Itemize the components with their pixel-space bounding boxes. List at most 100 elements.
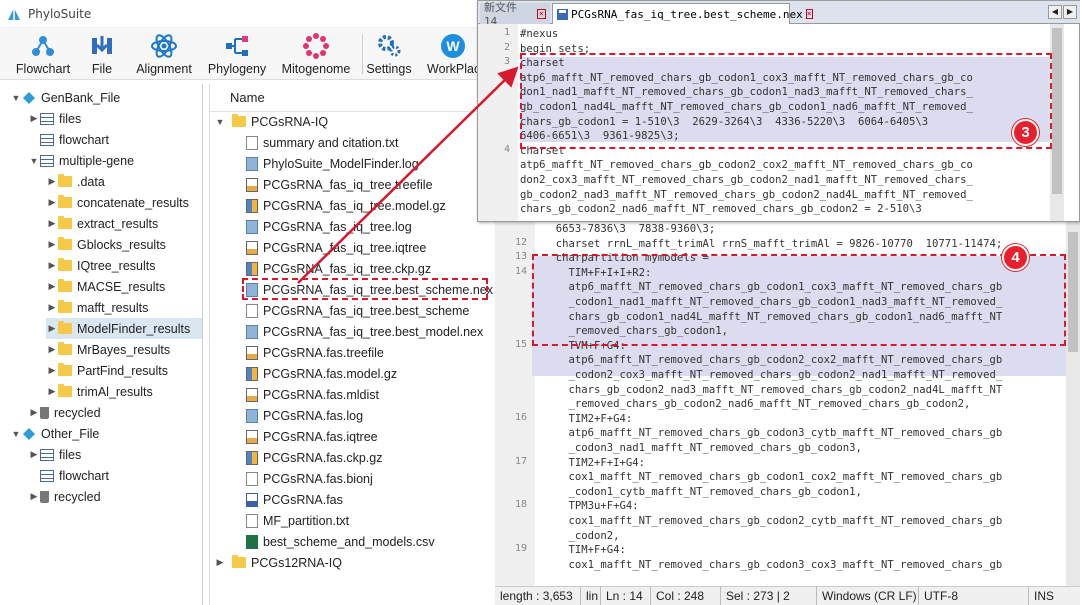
- chevron-right-icon[interactable]: ▶: [46, 218, 58, 229]
- tree-item-result-folder[interactable]: ▶ .data: [46, 171, 105, 192]
- toolbar-flowchart-button[interactable]: Flowchart: [12, 28, 74, 80]
- file-row[interactable]: PCGsRNA.fas.model.gz: [246, 363, 397, 384]
- file-row[interactable]: PhyloSuite_ModelFinder.log: [246, 153, 419, 174]
- code-line[interactable]: _codon2,: [543, 529, 620, 544]
- file-row[interactable]: PCGsRNA_fas_iq_tree.ckp.gz: [246, 258, 431, 279]
- code-line[interactable]: atp6_mafft_NT_removed_chars_gb_codon2_co…: [520, 158, 973, 173]
- chevron-right-icon[interactable]: ▶: [214, 557, 226, 568]
- chevron-right-icon[interactable]: ▶: [46, 344, 58, 355]
- chevron-right-icon[interactable]: ▶: [46, 323, 58, 334]
- file-row[interactable]: PCGsRNA_fas_iq_tree.log: [246, 216, 412, 237]
- tab-best-scheme[interactable]: PCGsRNA_fas_iq_tree.best_scheme.nex ×: [552, 3, 813, 24]
- chevron-right-icon[interactable]: ▶: [46, 302, 58, 313]
- tree-other-file[interactable]: ▼ Other_File: [10, 423, 100, 444]
- tree-item-result-folder[interactable]: ▶ extract_results: [46, 213, 158, 234]
- code-line[interactable]: _removed_chars_gb_codon2_nad6_mafft_NT_r…: [543, 397, 971, 412]
- tree-item-result-folder[interactable]: ▶ PartFind_results: [46, 360, 168, 381]
- file-row[interactable]: PCGsRNA_fas_iq_tree.best_model.nex: [246, 321, 483, 342]
- tree-item-multiple-gene[interactable]: ▼ multiple-gene: [28, 150, 135, 171]
- code-line[interactable]: charset rrnL_mafft_trimAl rrnS_mafft_tri…: [543, 237, 1002, 252]
- code-line[interactable]: cox1_mafft_NT_removed_chars_gb_codon1_co…: [543, 470, 1003, 485]
- code-line[interactable]: #nexus: [520, 27, 558, 42]
- file-row[interactable]: PCGsRNA.fas.ckp.gz: [246, 447, 382, 468]
- code-line[interactable]: gb_codon2_nad3_mafft_NT_removed_chars_gb…: [520, 188, 973, 203]
- code-line[interactable]: TIM2+F+G4:: [543, 412, 633, 427]
- chevron-right-icon[interactable]: ▶: [46, 386, 58, 397]
- file-row[interactable]: best_scheme_and_models.csv: [246, 531, 435, 552]
- code-line[interactable]: cox1_mafft_NT_removed_chars_gb_codon3_co…: [543, 558, 1003, 573]
- code-line[interactable]: don2_cox3_mafft_NT_removed_chars_gb_codo…: [520, 173, 973, 188]
- tree-item-result-folder[interactable]: ▶ trimAl_results: [46, 381, 153, 402]
- file-row[interactable]: PCGsRNA_fas_iq_tree.best_scheme: [246, 300, 469, 321]
- toolbar-mitogenome-button[interactable]: Mitogenome: [278, 28, 354, 80]
- chevron-right-icon[interactable]: ▶: [46, 197, 58, 208]
- chevron-right-icon[interactable]: ▶: [46, 365, 58, 376]
- tree-item-result-folder[interactable]: ▶ MACSE_results: [46, 276, 165, 297]
- code-line[interactable]: TPM3u+F+G4:: [543, 499, 639, 514]
- chevron-down-icon[interactable]: ▼: [10, 429, 22, 439]
- file-row[interactable]: PCGsRNA.fas.mldist: [246, 384, 379, 405]
- close-icon[interactable]: ×: [805, 9, 813, 19]
- code-line[interactable]: TIM+F+G4:: [543, 543, 626, 558]
- tab-new-file[interactable]: 新文件 14 ×: [480, 1, 550, 28]
- chevron-down-icon[interactable]: ▼: [28, 156, 40, 166]
- scrollbar-thumb[interactable]: [1068, 232, 1078, 352]
- folder-row[interactable]: ▼ PCGsRNA-IQ: [214, 111, 328, 132]
- code-line[interactable]: atp6_mafft_NT_removed_chars_gb_codon3_cy…: [543, 426, 1003, 441]
- tab-scroll-right-icon[interactable]: ▶: [1063, 5, 1077, 19]
- tree-genbank-file[interactable]: ▼ GenBank_File: [10, 87, 121, 108]
- chevron-right-icon[interactable]: ▶: [28, 449, 40, 460]
- toolbar-file-button[interactable]: File: [82, 28, 122, 80]
- chevron-right-icon[interactable]: ▶: [28, 113, 40, 124]
- tree-item-result-folder[interactable]: ▶ ModelFinder_results: [46, 318, 202, 339]
- chevron-down-icon[interactable]: ▼: [214, 117, 226, 127]
- code-line[interactable]: chars_gb_codon2_nad3_mafft_NT_removed_ch…: [543, 383, 1003, 398]
- file-row[interactable]: PCGsRNA.fas.treefile: [246, 342, 384, 363]
- file-row[interactable]: PCGsRNA.fas.iqtree: [246, 426, 378, 447]
- scrollbar-thumb[interactable]: [1052, 28, 1062, 194]
- tree-item-other-recycled[interactable]: ▶ recycled: [28, 486, 101, 507]
- tree-item-result-folder[interactable]: ▶ MrBayes_results: [46, 339, 170, 360]
- file-row[interactable]: PCGsRNA_fas_iq_tree.iqtree: [246, 237, 426, 258]
- chevron-right-icon[interactable]: ▶: [46, 281, 58, 292]
- toolbar-workplace-button[interactable]: W WorkPlac: [423, 28, 479, 80]
- toolbar-phylogeny-button[interactable]: Phylogeny: [205, 28, 269, 80]
- tree-item-result-folder[interactable]: ▶ concatenate_results: [46, 192, 189, 213]
- code-line[interactable]: chars_gb_codon2_nad6_mafft_NT_removed_ch…: [520, 202, 922, 217]
- chevron-right-icon[interactable]: ▶: [28, 407, 40, 418]
- popup-scrollbar[interactable]: [1050, 24, 1064, 221]
- file-row[interactable]: summary and citation.txt: [246, 132, 398, 153]
- tree-item-result-folder[interactable]: ▶ Gblocks_results: [46, 234, 166, 255]
- chevron-right-icon[interactable]: ▶: [46, 176, 58, 187]
- close-icon[interactable]: ×: [536, 8, 546, 19]
- file-row[interactable]: PCGsRNA.fas.log: [246, 405, 363, 426]
- code-line[interactable]: 6653-7836\3 7838-9360\3;: [543, 222, 715, 237]
- chevron-right-icon[interactable]: ▶: [46, 239, 58, 250]
- toolbar-alignment-button[interactable]: Alignment: [132, 28, 196, 80]
- tree-item-other-files[interactable]: ▶ files: [28, 444, 82, 465]
- toolbar-settings-button[interactable]: Settings: [364, 28, 414, 80]
- chevron-down-icon[interactable]: ▼: [10, 93, 22, 103]
- code-line[interactable]: atp6_mafft_NT_removed_chars_gb_codon2_co…: [543, 353, 1003, 368]
- tree-item-result-folder[interactable]: ▶ IQtree_results: [46, 255, 156, 276]
- tree-item-files[interactable]: ▶ files: [28, 108, 82, 129]
- chevron-right-icon[interactable]: ▶: [28, 491, 40, 502]
- code-line[interactable]: _codon3_nad1_mafft_NT_removed_chars_gb_c…: [543, 441, 862, 456]
- file-row[interactable]: PCGsRNA_fas_iq_tree.model.gz: [246, 195, 446, 216]
- editor-scrollbar[interactable]: [1066, 222, 1080, 586]
- code-line[interactable]: TIM2+F+I+G4:: [543, 456, 646, 471]
- file-row[interactable]: PCGsRNA.fas: [246, 489, 343, 510]
- tree-item-result-folder[interactable]: ▶ mafft_results: [46, 297, 148, 318]
- chevron-right-icon[interactable]: ▶: [46, 260, 58, 271]
- folder-row[interactable]: ▶ PCGs12RNA-IQ: [214, 552, 342, 573]
- file-row[interactable]: PCGsRNA.fas.bionj: [246, 468, 373, 489]
- tree-item-other-flowchart[interactable]: flowchart: [28, 465, 109, 486]
- tree-item-flowchart[interactable]: flowchart: [28, 129, 109, 150]
- column-header-name[interactable]: Name: [210, 84, 496, 112]
- code-line[interactable]: cox1_mafft_NT_removed_chars_gb_codon2_cy…: [543, 514, 1003, 529]
- file-row[interactable]: MF_partition.txt: [246, 510, 349, 531]
- code-line[interactable]: _codon2_cox3_mafft_NT_removed_chars_gb_c…: [543, 368, 1003, 383]
- file-row[interactable]: PCGsRNA_fas_iq_tree.treefile: [246, 174, 433, 195]
- tree-item-recycled[interactable]: ▶ recycled: [28, 402, 101, 423]
- code-line[interactable]: _codon1_cytb_mafft_NT_removed_chars_gb_c…: [543, 485, 862, 500]
